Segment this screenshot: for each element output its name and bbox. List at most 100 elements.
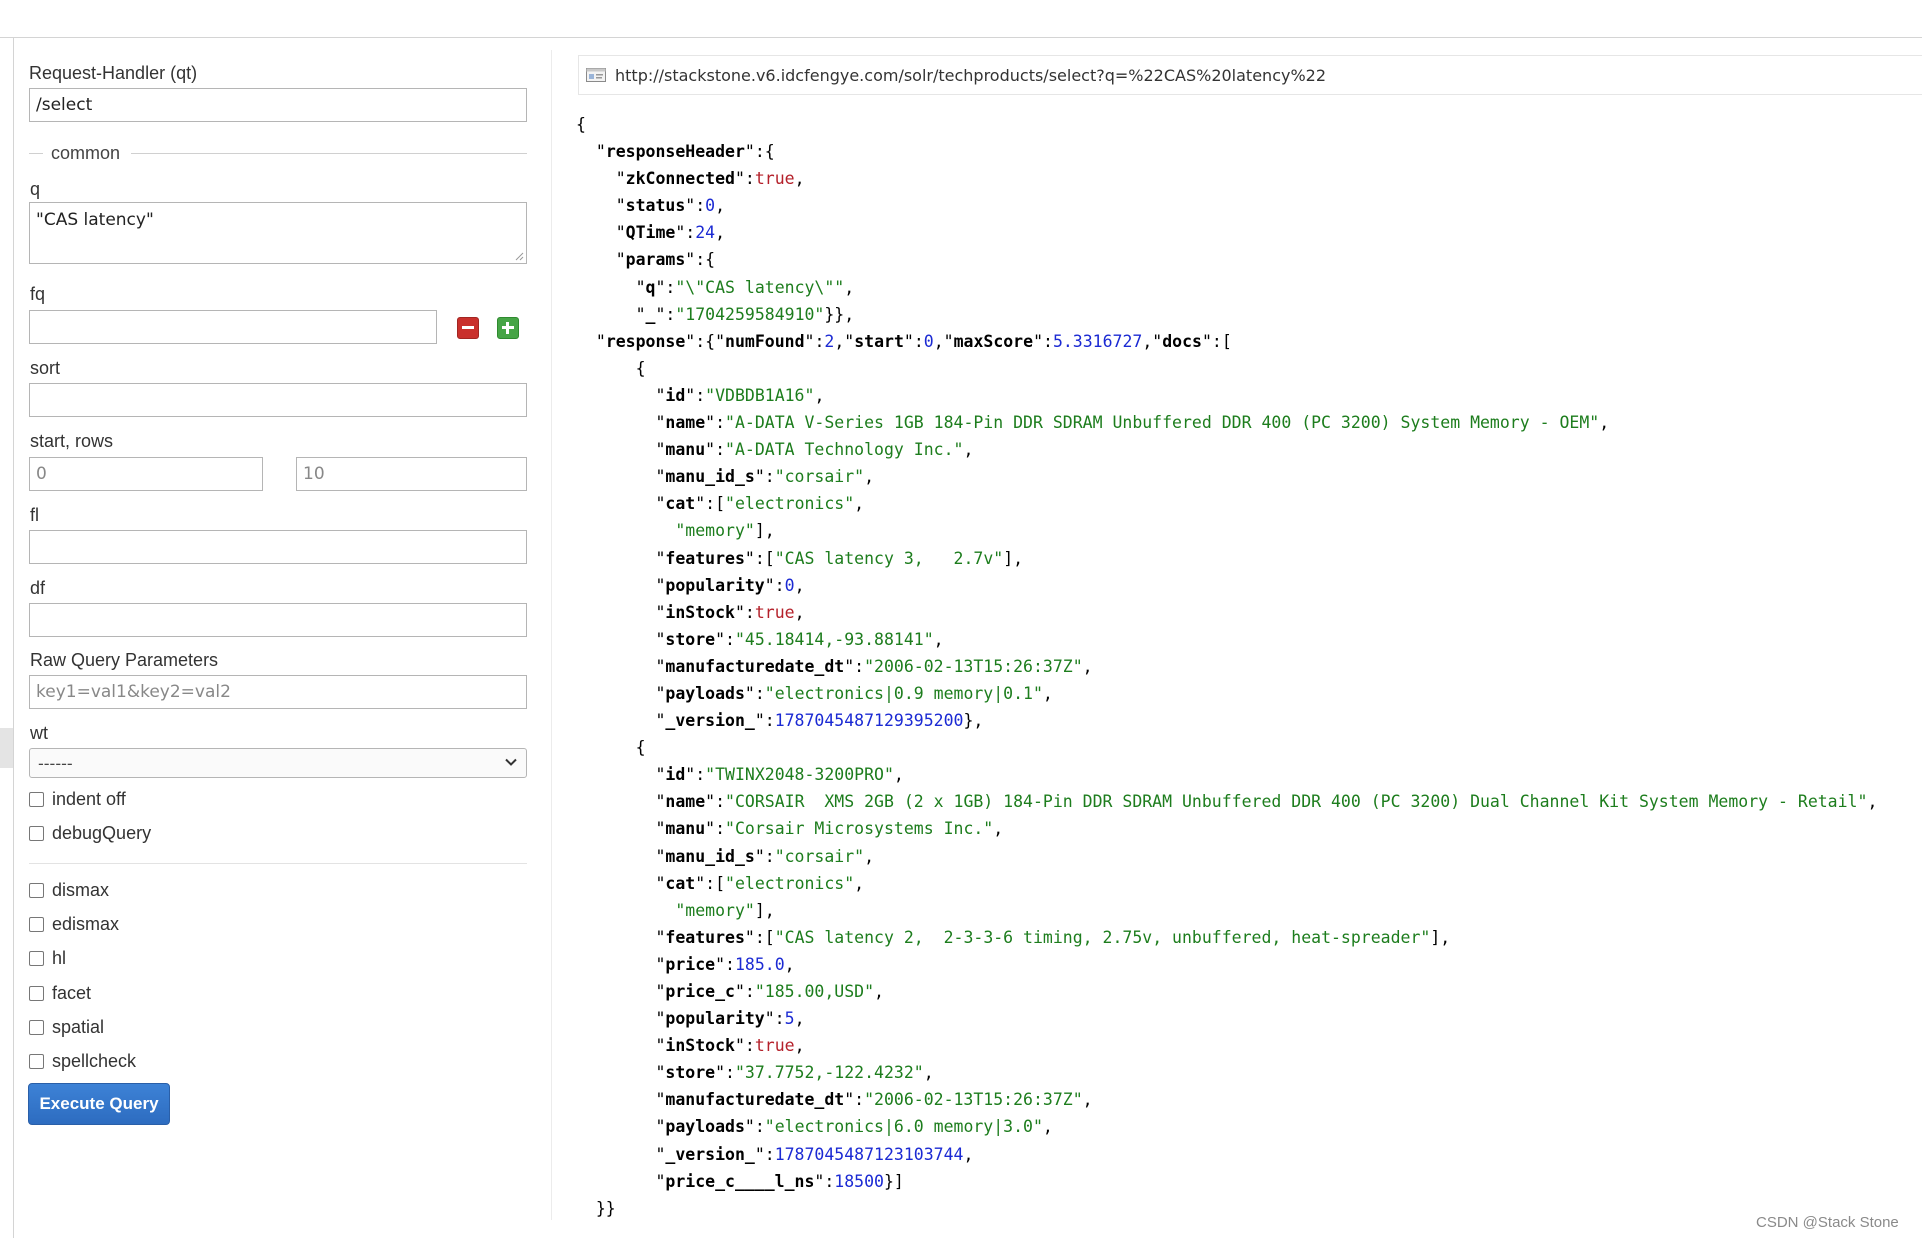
wt-selected-value: ------	[38, 754, 73, 773]
checkbox-box[interactable]	[29, 1020, 44, 1035]
json-key: id	[665, 385, 686, 405]
json-punctuation: ":{	[685, 250, 716, 270]
json-punctuation: "	[576, 440, 666, 460]
json-string: "CAS latency 3, 2.7v"	[774, 548, 1004, 568]
json-line: "payloads":"electronics|6.0 memory|3.0",	[576, 1113, 1877, 1140]
json-punctuation: ":	[903, 331, 924, 351]
json-line: "price_c":"185.00,USD",	[576, 978, 1877, 1005]
checkbox-indent[interactable]: indent off	[29, 789, 126, 810]
checkbox-box[interactable]	[29, 792, 44, 807]
start-rows-label: start, rows	[30, 431, 114, 451]
json-punctuation: "	[576, 1036, 666, 1056]
json-key: numFound	[725, 331, 805, 351]
json-key: name	[665, 413, 706, 433]
json-punctuation: "	[576, 602, 666, 622]
checkbox-hl[interactable]: hl	[29, 948, 66, 969]
resize-handle-icon[interactable]	[514, 251, 524, 261]
json-punctuation: ":	[655, 277, 676, 297]
top-border	[0, 37, 1922, 38]
json-line: "id":"VDBDB1A16",	[576, 382, 1877, 409]
json-punctuation: "	[576, 277, 646, 297]
collapse-tab[interactable]	[0, 728, 13, 768]
json-key: manufacturedate_dt	[665, 1090, 845, 1110]
checkbox-box[interactable]	[29, 951, 44, 966]
json-line: "_version_":1787045487129395200},	[576, 707, 1877, 734]
json-string: "45.18414,-93.88141"	[734, 629, 934, 649]
fl-input[interactable]	[29, 530, 527, 564]
json-punctuation: "	[576, 683, 666, 703]
json-punctuation: "	[576, 765, 666, 785]
common-legend: common	[51, 143, 121, 163]
checkbox-box[interactable]	[29, 986, 44, 1001]
json-line: "_version_":1787045487123103744,	[576, 1141, 1877, 1168]
json-punctuation: "	[576, 494, 666, 514]
checkbox-box[interactable]	[29, 826, 44, 841]
json-line: "store":"45.18414,-93.88141",	[576, 626, 1877, 653]
json-punctuation: ],	[1430, 927, 1451, 947]
checkbox-box[interactable]	[29, 883, 44, 898]
execute-query-button[interactable]: Execute Query	[28, 1083, 170, 1125]
checkbox-edismax[interactable]: edismax	[29, 914, 119, 935]
json-line: "cat":["electronics",	[576, 490, 1877, 517]
legend-line-left	[29, 153, 43, 154]
legend-line-right	[131, 153, 527, 154]
json-line: "manu_id_s":"corsair",	[576, 843, 1877, 870]
wt-select[interactable]: ------	[29, 748, 527, 778]
json-number: 0	[923, 331, 934, 351]
json-punctuation: }]	[883, 1171, 904, 1191]
json-key: start	[854, 331, 904, 351]
json-key: QTime	[625, 223, 676, 243]
json-line: "manu":"A-DATA Technology Inc.",	[576, 436, 1877, 463]
checkbox-label: debugQuery	[52, 823, 152, 843]
json-punctuation: ":	[734, 982, 755, 1001]
json-punctuation: ":{"	[685, 331, 726, 351]
json-string: "2006-02-13T15:26:37Z"	[864, 656, 1083, 676]
json-key: cat	[665, 873, 696, 893]
result-url-link[interactable]: http://stackstone.v6.idcfengye.com/solr/…	[615, 66, 1326, 85]
checkbox-dismax[interactable]: dismax	[29, 880, 109, 901]
q-textarea[interactable]: "CAS latency"	[29, 202, 527, 264]
json-string: "1704259584910"	[675, 304, 825, 324]
json-punctuation: "	[576, 982, 666, 1001]
json-line: "popularity":0,	[576, 572, 1877, 599]
q-value: "CAS latency"	[36, 210, 154, 230]
json-key: store	[665, 1063, 716, 1083]
left-border	[13, 37, 14, 1238]
request-handler-label: Request-Handler (qt)	[29, 63, 198, 83]
remove-fq-button[interactable]	[457, 317, 479, 339]
q-label: q	[30, 179, 41, 199]
json-punctuation: ,	[715, 223, 726, 243]
json-key: params	[625, 250, 686, 270]
json-string: "VDBDB1A16"	[705, 385, 815, 405]
add-fq-button[interactable]	[497, 317, 519, 339]
fq-input[interactable]	[29, 310, 437, 344]
checkbox-facet[interactable]: facet	[29, 983, 91, 1004]
checkbox-spatial[interactable]: spatial	[29, 1017, 104, 1038]
json-line: "popularity":5,	[576, 1005, 1877, 1032]
sort-input[interactable]	[29, 383, 527, 417]
fl-label: fl	[30, 505, 39, 525]
json-line: "manufacturedate_dt":"2006-02-13T15:26:3…	[576, 653, 1877, 680]
request-handler-input[interactable]: /select	[29, 88, 527, 122]
raw-params-input[interactable]: key1=val1&key2=val2	[29, 675, 527, 709]
df-input[interactable]	[29, 603, 527, 637]
json-punctuation: ":[	[744, 927, 775, 947]
rows-input[interactable]: 10	[296, 457, 527, 491]
json-line: "cat":["electronics",	[576, 870, 1877, 897]
checkbox-spellcheck[interactable]: spellcheck	[29, 1051, 136, 1072]
start-input[interactable]: 0	[29, 457, 263, 491]
checkbox-debugquery[interactable]: debugQuery	[29, 823, 151, 844]
json-punctuation: ,	[1042, 1117, 1053, 1137]
result-url-bar[interactable]: http://stackstone.v6.idcfengye.com/solr/…	[578, 55, 1922, 95]
sort-label: sort	[30, 358, 61, 378]
checkbox-box[interactable]	[29, 1054, 44, 1069]
checkbox-box[interactable]	[29, 917, 44, 932]
json-punctuation: ":	[705, 819, 726, 839]
json-line: "params":{	[576, 246, 1877, 273]
json-key: manu	[665, 440, 706, 460]
json-key: inStock	[665, 1036, 735, 1056]
json-punctuation: ,	[893, 765, 904, 785]
json-string: "37.7752,-122.4232"	[734, 1063, 924, 1083]
json-line: "status":0,	[576, 192, 1877, 219]
wt-label: wt	[30, 723, 48, 743]
